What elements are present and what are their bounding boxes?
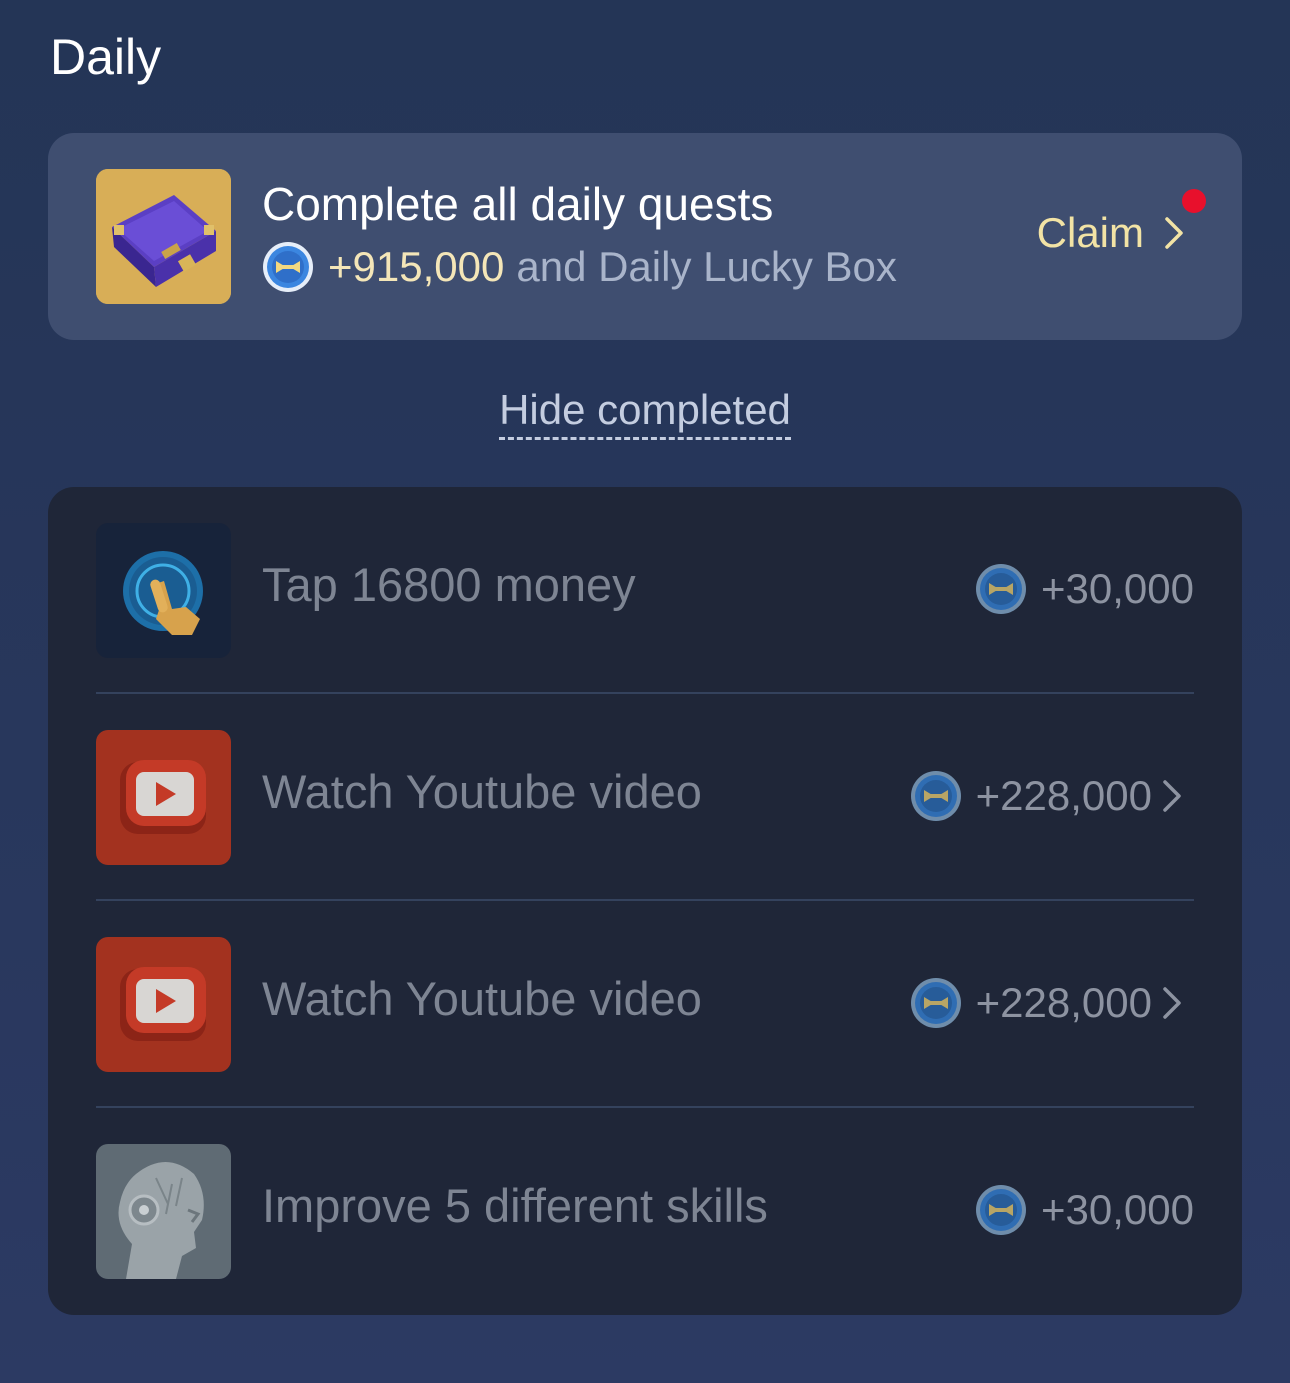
tap-hand-icon xyxy=(96,523,231,658)
quest-label: Watch Youtube video xyxy=(262,972,702,1025)
coin-icon xyxy=(976,1185,1026,1235)
bonus-extra: and Daily Lucky Box xyxy=(516,243,897,290)
chevron-right-icon xyxy=(1163,780,1181,812)
youtube-icon xyxy=(96,730,231,865)
reward-amount: +228,000 xyxy=(975,979,1152,1026)
coin-icon xyxy=(263,242,313,292)
bonus-reward: +915,000 and Daily Lucky Box xyxy=(262,241,897,293)
coin-icon xyxy=(910,978,961,1028)
reward-amount: +30,000 xyxy=(1041,565,1194,612)
quest-row[interactable]: Watch Youtube video +228,000 xyxy=(96,901,1194,1108)
hide-completed-toggle[interactable]: Hide completed xyxy=(0,386,1290,440)
claim-button[interactable]: Claim xyxy=(1037,209,1184,257)
hide-completed-label[interactable]: Hide completed xyxy=(499,386,791,440)
quest-row[interactable]: Improve 5 different skills +30,000 xyxy=(96,1108,1194,1315)
section-title: Daily xyxy=(50,29,162,85)
quest-reward: +30,000 xyxy=(975,563,1194,615)
daily-bonus-card[interactable]: Complete all daily quests +915,000 and D… xyxy=(48,133,1242,340)
quest-reward: +228,000 xyxy=(910,770,1182,822)
briefcase-icon xyxy=(96,169,231,304)
youtube-icon xyxy=(96,937,231,1072)
quest-label: Improve 5 different skills xyxy=(262,1179,768,1232)
quest-label: Tap 16800 money xyxy=(262,558,636,611)
bonus-amount: +915,000 xyxy=(328,243,505,290)
coin-icon xyxy=(976,564,1026,614)
robot-head-icon xyxy=(96,1144,231,1279)
notification-dot xyxy=(1182,189,1206,213)
quest-row[interactable]: Tap 16800 money +30,000 xyxy=(96,487,1194,694)
chevron-right-icon xyxy=(1165,217,1183,249)
claim-label: Claim xyxy=(1036,209,1144,256)
coin-icon xyxy=(910,771,961,821)
reward-amount: +30,000 xyxy=(1041,1186,1194,1233)
quest-row[interactable]: Watch Youtube video +228,000 xyxy=(96,694,1194,901)
quest-label: Watch Youtube video xyxy=(262,765,702,818)
quest-reward: +30,000 xyxy=(975,1184,1194,1236)
quest-reward: +228,000 xyxy=(910,977,1182,1029)
chevron-right-icon xyxy=(1163,987,1181,1019)
quest-list: Tap 16800 money +30,000 Watch Youtube vi… xyxy=(48,487,1242,1315)
reward-amount: +228,000 xyxy=(975,772,1152,819)
bonus-title: Complete all daily quests xyxy=(262,178,774,230)
